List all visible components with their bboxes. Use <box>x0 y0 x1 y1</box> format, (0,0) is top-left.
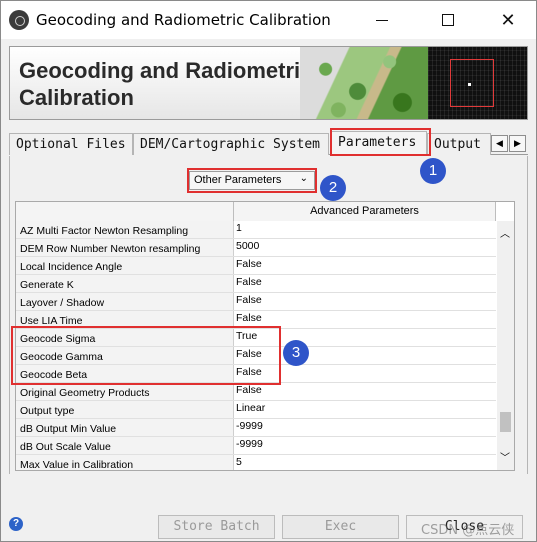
parameter-name: Layover / Shadow <box>16 293 234 310</box>
annotation-badge-1: 1 <box>420 158 446 184</box>
app-icon <box>9 10 29 30</box>
parameter-value[interactable]: Linear <box>234 401 496 418</box>
parameter-name: AZ Multi Factor Newton Resampling <box>16 221 234 238</box>
parameter-value[interactable]: 1 <box>234 221 496 238</box>
watermark: CSDN @点云侠 <box>421 523 515 538</box>
sar-selection-box <box>450 59 494 107</box>
tab-dem-cartographic-system[interactable]: DEM/Cartographic System <box>133 133 329 155</box>
name-column-header <box>16 202 234 221</box>
annotation-badge-3: 3 <box>283 340 309 366</box>
parameter-name: Generate K <box>16 275 234 292</box>
table-row[interactable]: Generate K False <box>16 275 496 293</box>
parameter-value[interactable]: False <box>234 383 496 400</box>
table-row[interactable]: Layover / Shadow False <box>16 293 496 311</box>
close-window-button[interactable]: ✕ <box>485 1 531 39</box>
highlight-parameters-tab <box>330 128 431 156</box>
minimize-icon <box>376 19 388 21</box>
scroll-down-icon[interactable]: ﹀ <box>500 449 510 464</box>
sar-point <box>468 83 471 86</box>
tab-scroll-right-button[interactable]: ▶ <box>509 135 526 152</box>
table-row[interactable]: Output type Linear <box>16 401 496 419</box>
sar-image <box>428 47 527 119</box>
exec-button[interactable]: Exec <box>282 515 399 539</box>
arrow-right-icon: ▶ <box>514 138 521 148</box>
tab-scroll-left-button[interactable]: ◀ <box>491 135 508 152</box>
advanced-parameters-header: Advanced Parameters <box>234 202 496 221</box>
tab-optional-files[interactable]: Optional Files <box>9 133 133 155</box>
parameter-value[interactable]: False <box>234 293 496 310</box>
table-row[interactable]: Local Incidence Angle False <box>16 257 496 275</box>
parameter-name: Output type <box>16 401 234 418</box>
window-title: Geocoding and Radiometric Calibration <box>36 11 331 29</box>
parameter-name: dB Output Min Value <box>16 419 234 436</box>
minimize-button[interactable] <box>359 1 405 39</box>
highlight-geocode-rows <box>11 326 281 385</box>
annotation-badge-2: 2 <box>320 175 346 201</box>
parameter-value[interactable]: False <box>234 275 496 292</box>
help-icon[interactable]: ? <box>9 517 23 531</box>
tab-bar: Optional Files DEM/Cartographic System P… <box>9 131 528 156</box>
parameter-value[interactable]: False <box>234 257 496 274</box>
table-header: Advanced Parameters <box>16 202 496 221</box>
table-row[interactable]: AZ Multi Factor Newton Resampling 1 <box>16 221 496 239</box>
tab-output[interactable]: Output F <box>427 133 491 155</box>
parameter-name: Max Value in Calibration <box>16 455 234 470</box>
banner-title: Geocoding and Radiometric Calibration <box>19 58 313 110</box>
parameter-name: dB Out Scale Value <box>16 437 234 454</box>
scrollbar-thumb[interactable] <box>500 412 511 432</box>
maximize-icon <box>442 14 454 26</box>
parameter-value[interactable]: -9999 <box>234 419 496 436</box>
close-icon: ✕ <box>500 10 516 30</box>
table-scrollbar[interactable]: ︿ ﹀ <box>497 221 514 470</box>
parameter-value[interactable]: 5000 <box>234 239 496 256</box>
header-banner: Geocoding and Radiometric Calibration <box>9 46 528 120</box>
parameter-value[interactable]: -9999 <box>234 437 496 454</box>
title-bar: Geocoding and Radiometric Calibration ✕ <box>1 1 536 39</box>
parameter-value[interactable]: 5 <box>234 455 496 470</box>
store-batch-button[interactable]: Store Batch <box>158 515 275 539</box>
parameter-name: Original Geometry Products <box>16 383 234 400</box>
aerial-image <box>300 47 428 119</box>
scroll-up-icon[interactable]: ︿ <box>500 225 510 240</box>
maximize-button[interactable] <box>425 1 471 39</box>
highlight-dropdown <box>187 168 317 193</box>
parameter-name: Local Incidence Angle <box>16 257 234 274</box>
parameter-name: DEM Row Number Newton resampling <box>16 239 234 256</box>
calibration-window: Geocoding and Radiometric Calibration ✕ … <box>0 0 537 542</box>
arrow-left-icon: ◀ <box>496 138 503 148</box>
table-row[interactable]: Max Value in Calibration 5 <box>16 455 496 470</box>
table-row[interactable]: dB Out Scale Value -9999 <box>16 437 496 455</box>
table-row[interactable]: DEM Row Number Newton resampling 5000 <box>16 239 496 257</box>
table-row[interactable]: dB Output Min Value -9999 <box>16 419 496 437</box>
table-row[interactable]: Original Geometry Products False <box>16 383 496 401</box>
